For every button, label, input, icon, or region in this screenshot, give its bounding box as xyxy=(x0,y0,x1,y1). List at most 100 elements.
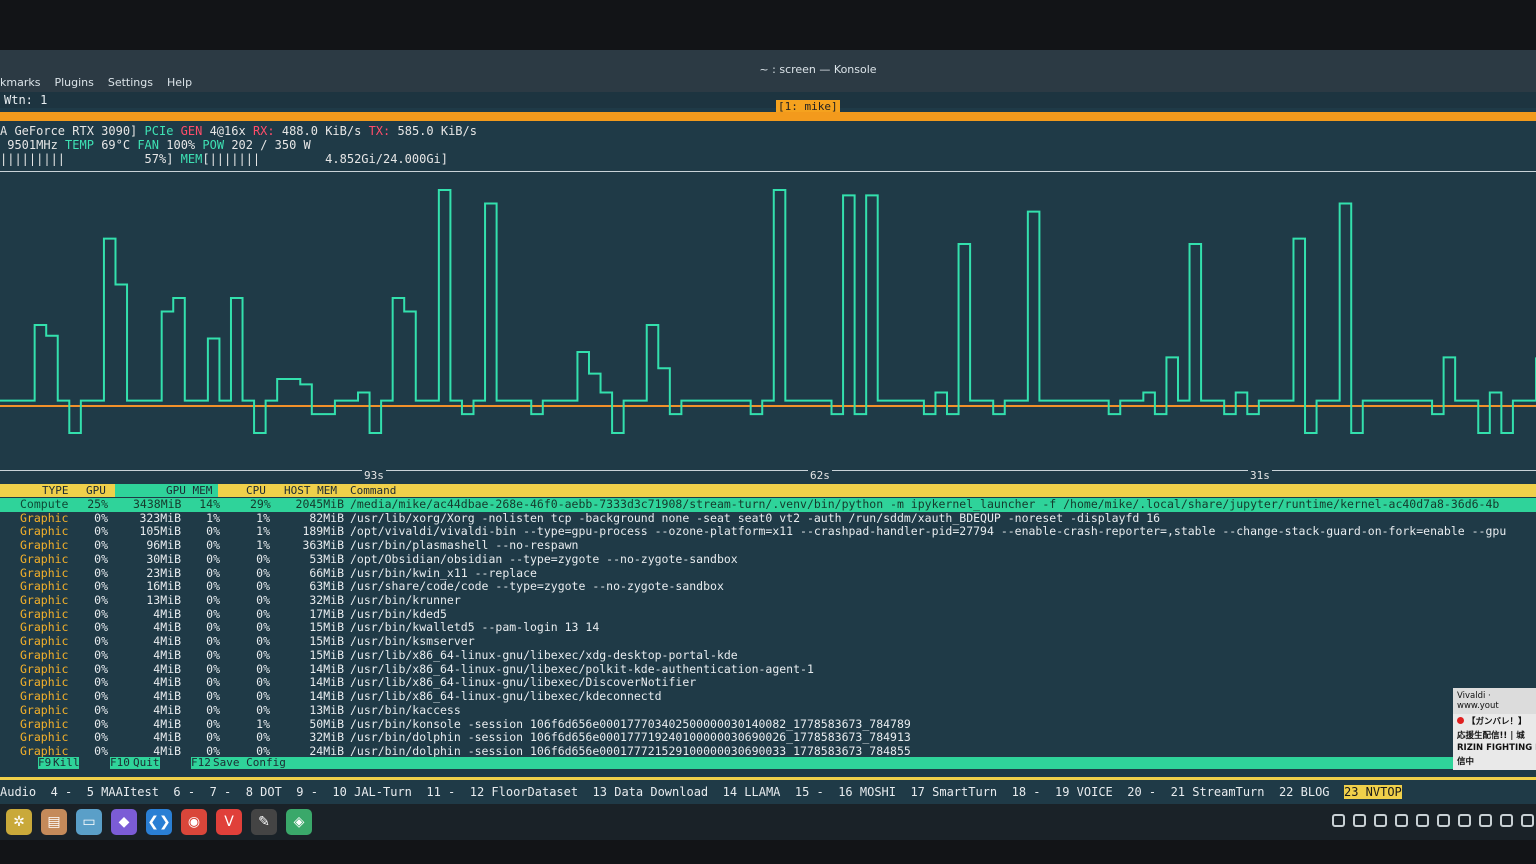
f9-label[interactable]: Kill xyxy=(53,757,80,769)
screen-tab[interactable]: 11 - xyxy=(426,785,455,799)
tray-icon[interactable] xyxy=(1500,814,1513,827)
tray-icon[interactable] xyxy=(1479,814,1492,827)
vscode-icon[interactable]: ❮❯ xyxy=(146,809,172,835)
f12-label[interactable]: Save Config xyxy=(213,757,286,769)
process-command: /usr/lib/x86_64-linux-gnu/libexec/polkit… xyxy=(350,661,814,676)
tray-icon[interactable] xyxy=(1353,814,1366,827)
screen-tab[interactable]: 17 SmartTurn xyxy=(910,785,997,799)
screen-tab-active[interactable]: 23 NVTOP xyxy=(1343,785,1402,799)
screen-tab[interactable]: 19 VOICE xyxy=(1055,785,1113,799)
menu-help[interactable]: Help xyxy=(167,76,192,89)
tray-icon[interactable] xyxy=(1395,814,1408,827)
table-row[interactable]: Graphic 0% 4MiB 0% 0% 13MiB/usr/bin/kaccess xyxy=(0,702,1536,718)
browser-notification[interactable]: Vivaldi · www.yout 【ガンバレ！】 応援生配信!! | 城 R… xyxy=(1453,688,1536,770)
screen-tab[interactable]: 9 - xyxy=(296,785,318,799)
chrome-icon[interactable]: ◉ xyxy=(181,809,207,835)
table-row[interactable]: Graphic 0% 96MiB 0% 1% 363MiB/usr/bin/plasmas… xyxy=(0,538,1536,553)
process-cpu: 0% xyxy=(256,730,270,745)
file-manager-icon[interactable]: ▤ xyxy=(41,809,67,835)
col-cpu[interactable]: CPU xyxy=(246,484,266,497)
tray-icon[interactable] xyxy=(1416,814,1429,827)
process-gpu-mem-pct: 0% xyxy=(206,551,220,566)
table-row[interactable]: Graphic 0% 323MiB 1% 1% 82MiB/usr/lib/xorg/Xo… xyxy=(0,510,1536,526)
time-axis: 93s 62s 31s xyxy=(0,469,1536,483)
col-host-mem[interactable]: HOST MEM xyxy=(284,484,337,497)
table-row[interactable]: Graphic 0% 4MiB 0% 0% 14MiB/usr/lib/x86_64-li… xyxy=(0,661,1536,677)
table-row[interactable]: Graphic 0% 105MiB 0% 1% 189MiB/opt/vivaldi/vi… xyxy=(0,525,1536,539)
tray-icon[interactable] xyxy=(1437,814,1450,827)
process-gpu-mem-pct: 0% xyxy=(206,689,220,704)
screen-tab[interactable]: 5 MAAItest xyxy=(87,785,159,799)
process-gpu-mem-pct: 0% xyxy=(206,524,220,539)
col-type[interactable]: TYPE xyxy=(42,484,69,497)
tray-icon[interactable] xyxy=(1374,814,1387,827)
screen-tab[interactable]: 14 LLAMA xyxy=(723,785,781,799)
dolphin-icon[interactable]: ▭ xyxy=(76,809,102,835)
process-type: Graphic xyxy=(20,620,69,635)
table-row[interactable]: Graphic 0% 4MiB 0% 0% 15MiB/usr/bin/ksmserver xyxy=(0,634,1536,649)
menu-plugins[interactable]: Plugins xyxy=(54,76,93,89)
process-gpu: 0% xyxy=(94,620,108,635)
tray-icon[interactable] xyxy=(1332,814,1345,827)
process-host-mem: 53MiB xyxy=(309,551,344,566)
screen-tab[interactable]: 13 Data Download xyxy=(593,785,709,799)
obsidian-icon[interactable]: ◆ xyxy=(111,809,137,835)
f9-key[interactable]: F9 xyxy=(38,757,51,769)
text-editor-icon[interactable]: ✎ xyxy=(251,809,277,835)
screen-tab[interactable]: 16 MOSHI xyxy=(838,785,896,799)
process-host-mem: 15MiB xyxy=(309,634,344,649)
screen-tab[interactable]: Audio xyxy=(0,785,36,799)
app-launcher-icon[interactable]: ✲ xyxy=(6,809,32,835)
f10-label[interactable]: Quit xyxy=(133,757,160,769)
screen-tab[interactable]: 20 - xyxy=(1127,785,1156,799)
process-type: Graphic xyxy=(20,510,69,525)
col-gpu-mem[interactable]: GPU MEM xyxy=(166,484,212,497)
table-row[interactable]: Graphic 0% 13MiB 0% 0% 32MiB/usr/bin/krunner xyxy=(0,593,1536,608)
table-row[interactable]: Graphic 0% 4MiB 0% 1% 50MiB/usr/bin/konsole -… xyxy=(0,717,1536,732)
table-row[interactable]: Graphic 0% 23MiB 0% 0% 66MiB/usr/bin/kwin_x11… xyxy=(0,565,1536,581)
menu-bookmarks[interactable]: kmarks xyxy=(0,76,40,89)
screen-tab[interactable]: 21 StreamTurn xyxy=(1171,785,1265,799)
process-gpu: 0% xyxy=(94,661,108,676)
process-gpu-mem-pct: 0% xyxy=(206,579,220,594)
process-cpu: 1% xyxy=(256,538,270,553)
f10-key[interactable]: F10 xyxy=(110,757,130,769)
live-dot-icon xyxy=(1457,717,1464,724)
screen-tab[interactable]: 22 BLOG xyxy=(1279,785,1330,799)
process-gpu-mem-pct: 0% xyxy=(206,702,220,717)
table-row[interactable]: Graphic 0% 4MiB 0% 0% 15MiB/usr/lib/x86_64-li… xyxy=(0,647,1536,663)
menu-settings[interactable]: Settings xyxy=(108,76,153,89)
screen-tab[interactable]: 12 FloorDataset xyxy=(470,785,578,799)
screen-tab[interactable]: 4 - xyxy=(51,785,73,799)
table-row[interactable]: Graphic 0% 4MiB 0% 0% 15MiB/usr/bin/kwalletd5… xyxy=(0,621,1536,635)
process-gpu-mem: 105MiB xyxy=(139,524,181,539)
table-row[interactable]: Graphic 0% 4MiB 0% 0% 32MiB/usr/bin/dolphin -… xyxy=(0,731,1536,745)
process-cpu: 0% xyxy=(256,675,270,690)
util-bar: ||||||||| xyxy=(0,152,66,166)
col-gpu[interactable]: GPU xyxy=(86,484,106,497)
process-type: Graphic xyxy=(20,647,69,662)
screen-tab[interactable]: 10 JAL-Turn xyxy=(332,785,411,799)
table-row[interactable]: Graphic 0% 4MiB 0% 0% 17MiB/usr/bin/kded5 xyxy=(0,607,1536,622)
layers-icon[interactable]: ◈ xyxy=(286,809,312,835)
screen-tab[interactable]: 18 - xyxy=(1012,785,1041,799)
table-row[interactable]: Graphic 0% 4MiB 0% 0% 14MiB/usr/lib/x86_64-li… xyxy=(0,676,1536,690)
table-row[interactable]: Compute 25% 3438MiB 14% 29% 2045MiB/media/mik… xyxy=(0,497,1536,512)
process-gpu-mem: 13MiB xyxy=(146,593,181,608)
screen-tab[interactable]: 15 - xyxy=(795,785,824,799)
process-cpu: 0% xyxy=(256,661,270,676)
process-command: /usr/bin/plasmashell --no-respawn xyxy=(350,538,579,553)
tray-icon[interactable] xyxy=(1458,814,1471,827)
table-row[interactable]: Graphic 0% 30MiB 0% 0% 53MiB/opt/Obsidian/obs… xyxy=(0,551,1536,567)
table-row[interactable]: Graphic 0% 16MiB 0% 0% 63MiB/usr/share/code/c… xyxy=(0,580,1536,594)
col-command[interactable]: Command xyxy=(350,484,396,497)
screen-tab[interactable]: 6 - xyxy=(173,785,195,799)
process-cpu: 1% xyxy=(256,524,270,539)
screen-tab[interactable]: 8 DOT xyxy=(246,785,282,799)
f12-key[interactable]: F12 xyxy=(191,757,211,769)
process-cpu: 0% xyxy=(256,565,270,580)
table-row[interactable]: Graphic 0% 4MiB 0% 0% 14MiB/usr/lib/x86_64-li… xyxy=(0,689,1536,704)
tray-icon[interactable] xyxy=(1521,814,1534,827)
vivaldi-icon[interactable]: V xyxy=(216,809,242,835)
screen-tab[interactable]: 7 - xyxy=(210,785,232,799)
